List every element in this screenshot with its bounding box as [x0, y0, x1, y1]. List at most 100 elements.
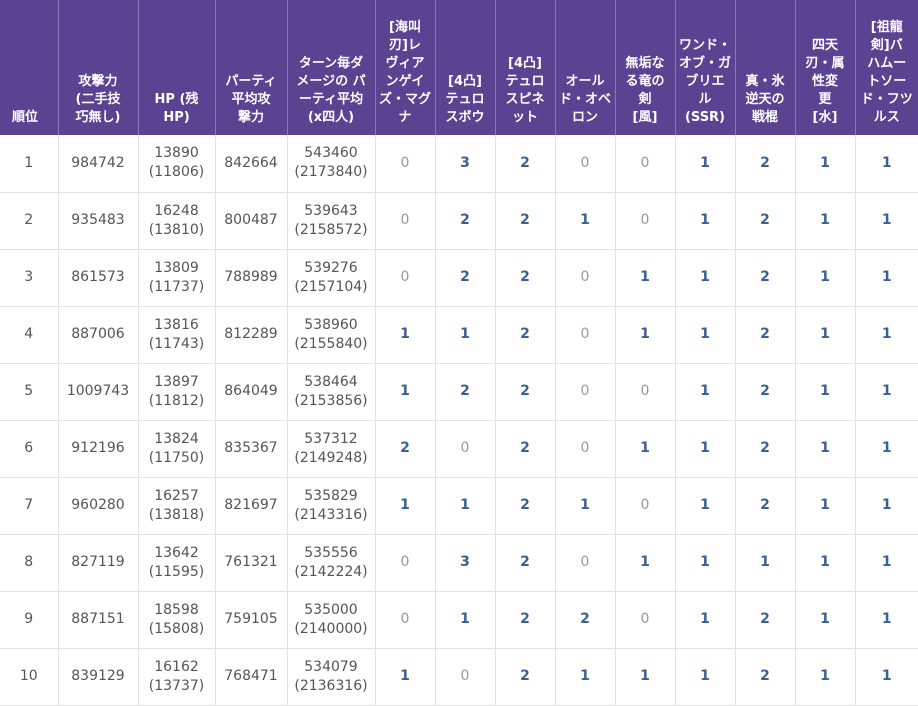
- col-wand-of-gabriel-header[interactable]: ワンド・ オブ・ガ ブリエル (SSR): [674, 0, 735, 135]
- weapon-count-cell: 1: [674, 192, 735, 250]
- weapon-count-cell: 1: [614, 534, 675, 592]
- weapon-count-cell: 0: [374, 192, 435, 250]
- col-immaculate-dragon-sword-header[interactable]: 無垢な る竜の剣 [風]: [614, 0, 675, 135]
- weapon-count-cell: 2: [734, 591, 795, 649]
- col-attack-header[interactable]: 攻撃力 (二手技 巧無し): [57, 0, 138, 135]
- weapon-count-cell: 1: [794, 249, 855, 307]
- weapon-count-cell-value: 1: [700, 326, 710, 342]
- weapon-count-cell: 2: [494, 477, 555, 535]
- col-tyros-bow-header[interactable]: [4凸] テュロ スボウ: [434, 0, 495, 135]
- party-avg-cell-value: 842664: [224, 154, 278, 171]
- col-party-avg-attack-header[interactable]: パーティ 平均攻 撃力: [214, 0, 287, 135]
- party-avg-cell-value: 864049: [224, 383, 278, 399]
- weapon-count-cell: 1: [374, 306, 435, 364]
- col-ice-mace-header[interactable]: 真・氷 逆天の 戦棍: [734, 0, 795, 135]
- weapon-count-cell-value: 2: [460, 212, 470, 228]
- weapon-count-cell-value: 2: [520, 497, 530, 513]
- rank-cell-value: 8: [24, 554, 34, 570]
- weapon-count-cell: 1: [854, 249, 918, 307]
- table-row: 4 887006 13816 (11743) 812289 538960 (2155840)…: [0, 306, 918, 364]
- rank-cell: 2: [0, 192, 58, 250]
- table-row: 10 839129 16162 (13737) 768471 534079 (2136316…: [0, 648, 918, 706]
- weapon-count-cell-value: 1: [460, 497, 470, 513]
- hp-cell: 13809 (11737): [137, 249, 215, 307]
- weapon-count-cell-value: 1: [580, 497, 590, 513]
- turn-damage-cell-value: (2142224): [294, 563, 368, 580]
- col-hp-header[interactable]: HP (残 HP): [137, 0, 215, 135]
- weapon-count-cell: 0: [614, 591, 675, 649]
- col-rank-header[interactable]: 順位: [0, 0, 58, 135]
- weapon-count-cell-value: 0: [400, 554, 410, 570]
- col-tyros-spinet-header[interactable]: [4凸] テュロ スピネ ット: [494, 0, 555, 135]
- weapon-count-cell: 1: [854, 420, 918, 478]
- col-auld-oberon-header[interactable]: オール ド・オベ ロン: [554, 0, 615, 135]
- hp-cell: 16257 (13818): [137, 477, 215, 535]
- rank-cell: 1: [0, 135, 58, 193]
- weapon-count-cell: 1: [674, 363, 735, 421]
- weapon-count-cell: 1: [674, 135, 735, 193]
- col-bahamut-sword-fulsr-header[interactable]: [祖龍 剣]バ ハムー トソー ド・フツ ルス: [854, 0, 918, 135]
- party-avg-cell-value: 761321: [224, 554, 278, 570]
- party-avg-cell-value: 788989: [224, 269, 278, 285]
- weapon-count-cell: 2: [734, 249, 795, 307]
- weapon-count-cell-value: 1: [760, 554, 770, 570]
- party-avg-cell: 759105: [214, 591, 287, 649]
- rank-cell: 7: [0, 477, 58, 535]
- weapon-count-cell: 2: [494, 249, 555, 307]
- weapon-count-cell: 1: [434, 591, 495, 649]
- weapon-count-cell-value: 1: [881, 154, 892, 171]
- weapon-count-cell-value: 1: [400, 383, 410, 399]
- weapon-count-cell: 0: [614, 477, 675, 535]
- weapon-count-cell-value: 2: [520, 668, 530, 684]
- weapon-count-cell: 0: [374, 135, 435, 193]
- attack-cell-value: 912196: [71, 440, 125, 456]
- table-row: 1 984742 13890 (11806) 842664 543460 (2173840)…: [0, 135, 918, 193]
- weapon-count-cell: 2: [734, 420, 795, 478]
- col-leviathan-gaze-magna-header[interactable]: [海叫 刃]レ ヴィア ンゲイ ズ・マグナ: [374, 0, 435, 135]
- party-avg-cell-value: 800487: [224, 212, 278, 228]
- hp-cell-value: (11750): [148, 449, 205, 466]
- turn-damage-cell: 539276 (2157104): [286, 249, 375, 307]
- weapon-count-cell-value: 2: [760, 611, 770, 627]
- weapon-count-cell-value: 2: [760, 383, 770, 399]
- party-avg-cell: 835367: [214, 420, 287, 478]
- turn-damage-cell-value: (2136316): [294, 677, 368, 694]
- weapon-count-cell: 0: [614, 363, 675, 421]
- party-avg-cell: 864049: [214, 363, 287, 421]
- turn-damage-cell: 535556 (2142224): [286, 534, 375, 592]
- hp-cell-value: 13890: [154, 145, 199, 162]
- hp-cell: 13642 (11595): [137, 534, 215, 592]
- weapon-count-cell-value: 0: [580, 554, 590, 570]
- rank-cell-value: 10: [19, 668, 38, 684]
- col-turn-damage-header[interactable]: ターン毎ダ メージの パーティ平均 (x四人): [286, 0, 375, 135]
- turn-damage-cell: 535000 (2140000): [286, 591, 375, 649]
- turn-damage-cell-value: 535829: [304, 487, 358, 504]
- table-row: 5 1009743 13897 (11812) 864049 538464 (2153856…: [0, 363, 918, 421]
- weapon-count-cell-value: 2: [520, 554, 530, 570]
- weapon-count-cell-value: 3: [460, 554, 470, 570]
- hp-cell: 13816 (11743): [137, 306, 215, 364]
- weapon-count-cell: 0: [614, 135, 675, 193]
- weapon-count-cell-value: 2: [520, 383, 530, 399]
- weapon-count-cell: 1: [854, 534, 918, 592]
- attack-cell-value: 887006: [71, 326, 125, 342]
- weapon-count-cell: 2: [734, 648, 795, 706]
- attack-cell: 839129: [57, 648, 138, 706]
- weapon-count-cell: 2: [494, 534, 555, 592]
- hp-cell: 13897 (11812): [137, 363, 215, 421]
- weapon-count-cell-value: 2: [460, 269, 470, 285]
- weapon-count-cell-value: 1: [820, 326, 830, 342]
- weapon-count-cell: 1: [674, 648, 735, 706]
- weapon-count-cell: 1: [554, 192, 615, 250]
- party-avg-cell-value: 821697: [224, 497, 278, 513]
- weapon-count-cell: 3: [434, 534, 495, 592]
- weapon-count-cell: 1: [614, 306, 675, 364]
- weapon-count-cell-value: 1: [820, 554, 830, 570]
- col-four-heavens-blade-header[interactable]: 四天 刃・属 性変更 [水]: [794, 0, 855, 135]
- weapon-count-cell-value: 0: [400, 212, 410, 228]
- hp-cell-value: (13737): [148, 677, 205, 694]
- weapon-count-cell-value: 2: [400, 440, 410, 456]
- hp-cell-value: 18598: [154, 601, 199, 618]
- turn-damage-cell-value: (2158572): [294, 221, 368, 238]
- weapon-count-cell-value: 2: [760, 440, 770, 456]
